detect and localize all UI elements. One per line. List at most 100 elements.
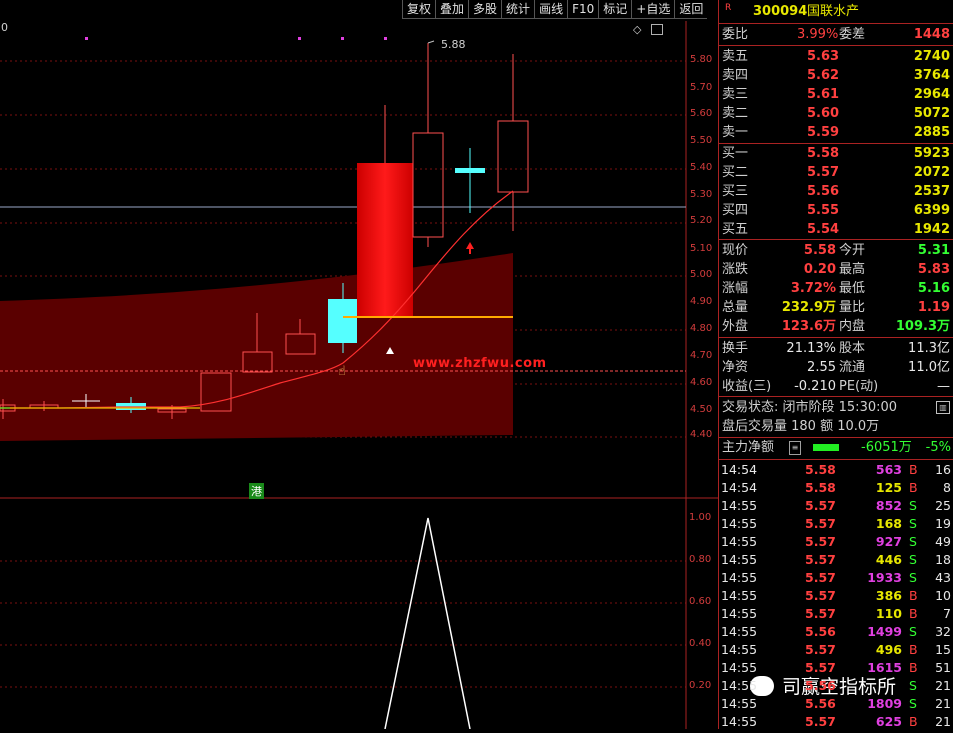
quote-label: 外盘 [722, 319, 749, 334]
tick-count: 10 [935, 588, 951, 603]
tick-volume: 1933 [867, 570, 902, 585]
quote-value-2: 5.83 [917, 262, 950, 277]
tick-row: 14:55 5.56 1809 S 21 [719, 695, 953, 713]
toolbar-button-7[interactable]: +自选 [631, 0, 675, 19]
stats-value-2: 11.0亿 [908, 360, 950, 375]
tick-time: 14:55 [721, 552, 758, 567]
tick-count: 19 [935, 516, 951, 531]
tick-price: 5.56 [805, 624, 836, 639]
ask-label: 卖四 [722, 68, 749, 83]
bid-price: 5.55 [807, 203, 840, 218]
tick-row: 14:54 5.58 125 B 8 [719, 479, 953, 497]
tick-time: 14:55 [721, 516, 758, 531]
toolbar-button-0[interactable]: 复权 [402, 0, 436, 19]
kline-chart[interactable]: 0 5.88 ◇ www.zhzfwu.com 港 ☝ 5.80 5.70 5.60… [0, 21, 718, 730]
bid-label: 买三 [722, 184, 749, 199]
bid-label: 买四 [722, 203, 749, 218]
indicator-tick: 0.40 [689, 638, 712, 649]
chart-icon[interactable]: ▥ [936, 401, 950, 414]
stats-label-2: PE(动) [839, 379, 879, 394]
tick-side: B [909, 606, 918, 621]
bid-row[interactable]: 买二 5.57 2072 [719, 163, 953, 182]
bid-price: 5.58 [807, 146, 840, 161]
toolbar-button-3[interactable]: 统计 [501, 0, 535, 19]
tick-time: 14:55 [721, 714, 758, 729]
weibi-row: 委比 3.99% 委差 1448 [719, 25, 953, 44]
bid-volume: 2072 [913, 165, 950, 180]
tick-side: B [909, 588, 918, 603]
tick-volume: 110 [875, 606, 902, 621]
toolbar-button-1[interactable]: 叠加 [435, 0, 469, 19]
bid-row[interactable]: 买五 5.54 1942 [719, 220, 953, 239]
stock-name[interactable]: 国联水产 [807, 2, 859, 21]
tick-row: 14:54 5.58 563 B 16 [719, 461, 953, 479]
tick-time: 14:55 [721, 642, 758, 657]
tick-volume: 1809 [867, 696, 902, 711]
stats-label: 换手 [722, 341, 749, 356]
bid-row[interactable]: 买三 5.56 2537 [719, 182, 953, 201]
tick-price: 5.57 [805, 552, 836, 567]
toolbar-button-2[interactable]: 多股 [468, 0, 502, 19]
indicator-tick: 0.60 [689, 596, 712, 607]
weicha-value: 1448 [913, 27, 950, 42]
ask-label: 卖三 [722, 87, 749, 102]
tick-row: 14:55 5.57 386 B 10 [719, 587, 953, 605]
window-icon[interactable] [651, 24, 663, 35]
tick-volume: 625 [875, 714, 902, 729]
flow-bar [813, 444, 839, 451]
ask-row[interactable]: 卖三 5.61 2964 [719, 85, 953, 104]
tick-count: 21 [935, 696, 951, 711]
hk-badge: 港 [249, 483, 264, 499]
tick-volume: 1499 [867, 624, 902, 639]
quote-label: 涨跌 [722, 262, 749, 277]
quote-value-2: 5.16 [917, 281, 950, 296]
stock-header: R 300094 国联水产 [719, 2, 953, 21]
ask-label: 卖五 [722, 49, 749, 64]
ask-label: 卖二 [722, 106, 749, 121]
ask-price: 5.60 [807, 106, 840, 121]
ask-row[interactable]: 卖五 5.63 2740 [719, 47, 953, 66]
stock-code[interactable]: 300094 [753, 2, 807, 21]
diamond-icon[interactable]: ◇ [633, 23, 641, 36]
weicha-label: 委差 [839, 27, 866, 42]
bid-row[interactable]: 买四 5.55 6399 [719, 201, 953, 220]
main-flow-pct: -5% [925, 440, 951, 455]
tick-side: S [909, 696, 917, 711]
toolbar-button-4[interactable]: 画线 [534, 0, 568, 19]
price-tick: 5.40 [690, 162, 713, 173]
quote-row: 总量 232.9万 量比 1.19 [719, 298, 953, 317]
tick-count: 15 [935, 642, 951, 657]
toolbar-button-6[interactable]: 标记 [598, 0, 632, 19]
price-tick: 5.80 [690, 54, 713, 65]
toolbar-button-5[interactable]: F10 [567, 0, 599, 19]
tick-time: 14:55 [721, 606, 758, 621]
tick-row: 14:55 5.57 852 S 25 [719, 497, 953, 515]
tick-count: 7 [943, 606, 951, 621]
ask-volume: 3764 [913, 68, 950, 83]
bid-volume: 6399 [913, 203, 950, 218]
ask-row[interactable]: 卖二 5.60 5072 [719, 104, 953, 123]
quote-row: 涨跌 0.20 最高 5.83 [719, 260, 953, 279]
list-icon[interactable]: ≡ [789, 441, 801, 455]
stats-row: 收益(三) -0.210 PE(动) — [719, 377, 953, 396]
tick-time: 14:55 [721, 570, 758, 585]
tick-time: 14:55 [721, 498, 758, 513]
stats-row: 净资 2.55 流通 11.0亿 [719, 358, 953, 377]
tick-time: 14:55 [721, 534, 758, 549]
trade-status-text: 交易状态: 闭市阶段 15:30:00 [722, 400, 898, 415]
bid-label: 买五 [722, 222, 749, 237]
quote-value: 232.9万 [781, 300, 836, 315]
stats-value: 21.13% [786, 341, 836, 356]
tick-row: 14:55 5.57 168 S 19 [719, 515, 953, 533]
tick-price: 5.57 [805, 588, 836, 603]
tick-side: S [909, 552, 917, 567]
tick-time: 14:55 [721, 588, 758, 603]
bid-row[interactable]: 买一 5.58 5923 [719, 144, 953, 163]
ask-row[interactable]: 卖一 5.59 2885 [719, 123, 953, 142]
tick-row: 14:55 5.57 1615 B 51 [719, 659, 953, 677]
price-tick: 4.70 [690, 350, 713, 361]
tick-volume: 852 [875, 498, 902, 513]
ask-price: 5.61 [807, 87, 840, 102]
ask-row[interactable]: 卖四 5.62 3764 [719, 66, 953, 85]
toolbar-button-8[interactable]: 返回 [674, 0, 708, 19]
